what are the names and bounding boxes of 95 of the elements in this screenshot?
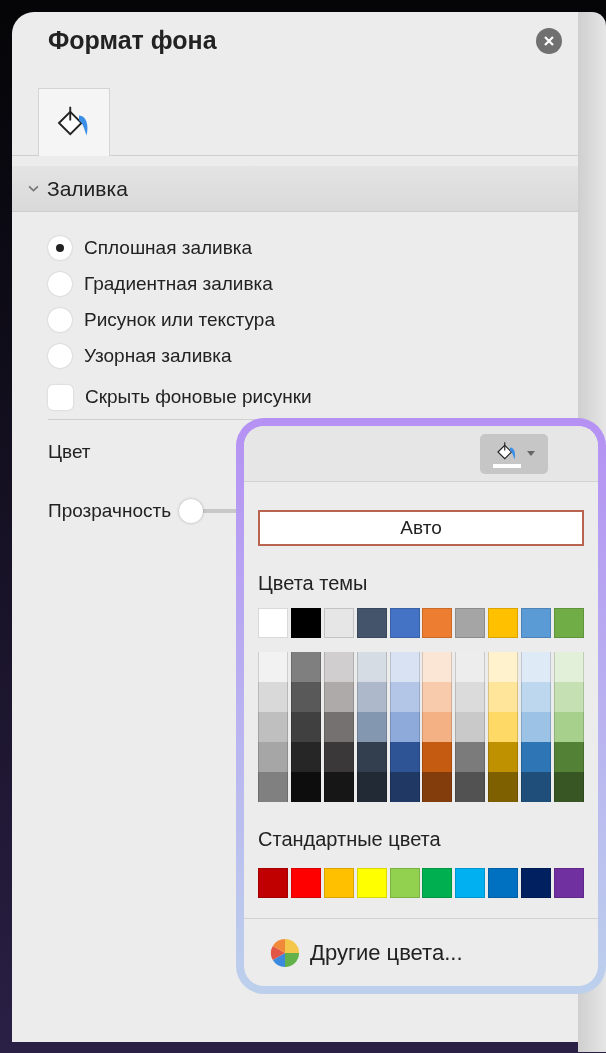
color-swatch[interactable] (290, 772, 321, 802)
radio-button[interactable] (48, 344, 72, 368)
radio-button[interactable] (48, 308, 72, 332)
color-wheel-icon (270, 937, 300, 968)
color-swatch[interactable] (290, 608, 321, 638)
color-swatch[interactable] (422, 682, 453, 712)
color-swatch[interactable] (356, 652, 387, 682)
color-swatch[interactable] (455, 772, 486, 802)
fill-color-button[interactable] (480, 433, 548, 474)
color-swatch[interactable] (290, 712, 321, 742)
fill-tab[interactable] (38, 88, 110, 156)
color-swatch[interactable] (258, 868, 288, 898)
color-swatch[interactable] (258, 742, 288, 772)
color-swatch[interactable] (290, 868, 321, 898)
color-swatch[interactable] (356, 682, 387, 712)
color-swatch[interactable] (488, 712, 519, 742)
color-swatch[interactable] (258, 652, 288, 682)
color-swatch[interactable] (356, 712, 387, 742)
color-swatch[interactable] (323, 772, 354, 802)
color-swatch[interactable] (389, 608, 420, 638)
color-swatch[interactable] (389, 868, 420, 898)
section-header[interactable]: Заливка (12, 166, 578, 212)
color-swatch[interactable] (290, 652, 321, 682)
color-swatch[interactable] (455, 652, 486, 682)
color-swatch[interactable] (553, 772, 584, 802)
color-swatch[interactable] (455, 608, 486, 638)
color-swatch[interactable] (323, 742, 354, 772)
checkbox[interactable] (48, 385, 73, 410)
color-swatch[interactable] (422, 652, 453, 682)
more-colors-item[interactable]: Другие цвета... (270, 936, 463, 969)
color-swatch[interactable] (455, 742, 486, 772)
color-swatch[interactable] (258, 608, 288, 638)
color-swatch[interactable] (389, 772, 420, 802)
color-swatch[interactable] (521, 712, 551, 742)
color-swatch[interactable] (323, 652, 354, 682)
color-swatch[interactable] (521, 772, 551, 802)
color-swatch[interactable] (389, 712, 420, 742)
close-icon (543, 35, 555, 47)
color-swatch[interactable] (488, 608, 519, 638)
color-swatch[interactable] (553, 652, 584, 682)
color-swatch[interactable] (521, 682, 551, 712)
color-swatch[interactable] (521, 652, 551, 682)
color-swatch[interactable] (422, 868, 453, 898)
auto-button[interactable]: Авто (258, 510, 584, 546)
color-swatch[interactable] (488, 742, 519, 772)
color-swatch[interactable] (323, 608, 354, 638)
color-swatch[interactable] (258, 712, 288, 742)
color-swatch[interactable] (553, 742, 584, 772)
color-swatch[interactable] (422, 772, 453, 802)
radio-button[interactable] (48, 272, 72, 296)
color-swatch[interactable] (488, 682, 519, 712)
theme-colors-heading: Цвета темы (258, 571, 369, 596)
color-swatch[interactable] (323, 682, 354, 712)
color-swatch[interactable] (455, 712, 486, 742)
color-swatch[interactable] (488, 868, 519, 898)
color-swatch[interactable] (356, 868, 387, 898)
color-swatch[interactable] (553, 868, 584, 898)
color-swatch[interactable] (290, 682, 321, 712)
color-swatch[interactable] (488, 652, 519, 682)
radio-label: Узорная заливка (84, 343, 232, 368)
color-swatch[interactable] (521, 608, 551, 638)
close-button[interactable] (536, 28, 562, 54)
color-swatch[interactable] (553, 682, 584, 712)
color-swatch[interactable] (521, 742, 551, 772)
color-swatch[interactable] (389, 682, 420, 712)
color-swatch[interactable] (389, 652, 420, 682)
color-swatch[interactable] (258, 682, 288, 712)
color-swatch[interactable] (521, 868, 551, 898)
radio-label: Сплошная заливка (84, 235, 253, 260)
radio-label: Градиентная заливка (84, 271, 273, 296)
color-swatch[interactable] (356, 772, 387, 802)
checkbox-label: Скрыть фоновые рисунки (85, 385, 312, 410)
color-swatch[interactable] (422, 742, 453, 772)
color-swatch[interactable] (356, 608, 387, 638)
radio-label: Рисунок или текстура (84, 307, 275, 332)
color-swatch[interactable] (455, 868, 486, 898)
standard-colors-heading: Стандартные цвета (258, 827, 442, 852)
radio-button[interactable] (48, 236, 72, 260)
color-swatch[interactable] (553, 712, 584, 742)
color-swatch[interactable] (553, 608, 584, 638)
transparency-label: Прозрачность (48, 498, 172, 523)
pane-title: Формат фона (48, 25, 217, 57)
color-swatch[interactable] (422, 608, 453, 638)
color-swatch[interactable] (389, 742, 420, 772)
color-swatch[interactable] (488, 772, 519, 802)
color-swatch[interactable] (422, 712, 453, 742)
color-swatch[interactable] (455, 682, 486, 712)
color-swatch[interactable] (323, 712, 354, 742)
caret-icon (527, 450, 535, 457)
chevron-icon (28, 183, 39, 194)
color-swatch[interactable] (290, 742, 321, 772)
color-swatch[interactable] (258, 772, 288, 802)
color-label: Цвет (48, 440, 91, 464)
color-swatch[interactable] (356, 742, 387, 772)
color-swatch[interactable] (323, 868, 354, 898)
